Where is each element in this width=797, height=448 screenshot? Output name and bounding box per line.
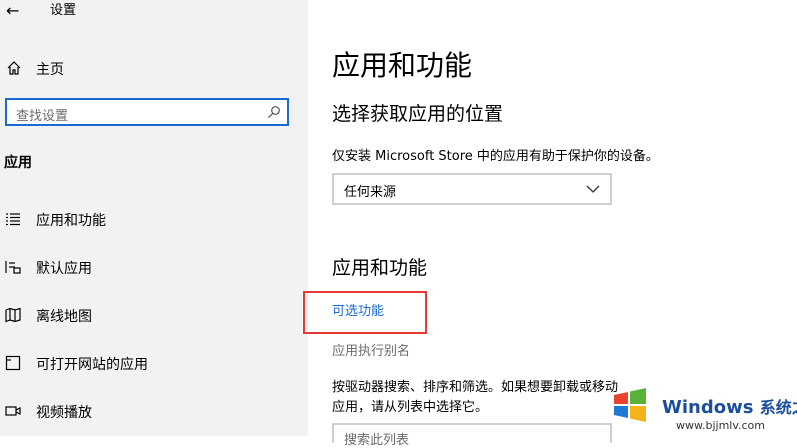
watermark-brand-en: Windows bbox=[662, 397, 754, 418]
filter-instructions: 按驱动器搜索、排序和筛选。如果想要卸载或移动应用，请从列表中选择它。 bbox=[332, 380, 619, 415]
sidebar-item-home[interactable]: 主页 bbox=[6, 58, 64, 78]
search-settings-input[interactable]: 查找设置 bbox=[5, 98, 289, 126]
sidebar-item-offline-maps[interactable]: 离线地图 bbox=[0, 300, 308, 330]
sidebar: ← 设置 主页 查找设置 应用 应用和功能 默认应用 离线地图 可打开网站的应用… bbox=[0, 0, 308, 436]
optional-features-link[interactable]: 可选功能 bbox=[332, 300, 384, 319]
sidebar-item-label: 应用和功能 bbox=[36, 213, 106, 229]
home-icon bbox=[7, 61, 21, 75]
map-icon bbox=[5, 307, 21, 323]
back-arrow-icon[interactable]: ← bbox=[6, 3, 19, 19]
watermark-url: www.bjjmlv.com bbox=[676, 419, 765, 432]
windows-logo-icon bbox=[614, 388, 646, 422]
sidebar-item-label: 离线地图 bbox=[36, 309, 92, 325]
sidebar-item-default-apps[interactable]: 默认应用 bbox=[0, 252, 308, 282]
apps-features-heading: 应用和功能 bbox=[332, 257, 428, 279]
page-title: 应用和功能 bbox=[332, 49, 473, 82]
app-list-search-input[interactable]: 搜索此列表 bbox=[332, 423, 612, 448]
default-apps-icon bbox=[5, 261, 21, 274]
window-title: 设置 bbox=[50, 3, 77, 18]
install-source-dropdown[interactable]: 任何来源 bbox=[332, 173, 612, 205]
watermark-brand-cn: 系统之家 bbox=[759, 398, 797, 417]
video-icon bbox=[5, 406, 21, 416]
sidebar-item-label: 可打开网站的应用 bbox=[36, 357, 148, 373]
sidebar-item-apps-features[interactable]: 应用和功能 bbox=[0, 204, 308, 234]
open-web-icon bbox=[5, 355, 21, 371]
search-placeholder: 搜索此列表 bbox=[344, 433, 410, 448]
sidebar-item-apps-for-websites[interactable]: 可打开网站的应用 bbox=[0, 348, 308, 378]
install-location-heading: 选择获取应用的位置 bbox=[332, 103, 504, 125]
watermark: Windows 系统之家 www.bjjmlv.com bbox=[610, 380, 797, 436]
search-placeholder: 查找设置 bbox=[16, 109, 69, 124]
dropdown-selected-value: 任何来源 bbox=[344, 185, 397, 200]
list-icon bbox=[6, 213, 20, 226]
chevron-down-icon bbox=[586, 185, 600, 193]
search-icon[interactable] bbox=[267, 105, 281, 119]
sidebar-item-video-playback[interactable]: 视频播放 bbox=[0, 396, 308, 426]
app-execution-alias-link[interactable]: 应用执行别名 bbox=[332, 340, 410, 359]
install-location-description: 仅安装 Microsoft Store 中的应用有助于保护你的设备。 bbox=[332, 149, 659, 164]
sidebar-item-label: 主页 bbox=[36, 62, 64, 78]
section-label: 应用 bbox=[4, 155, 32, 171]
sidebar-item-label: 默认应用 bbox=[36, 261, 92, 277]
sidebar-item-label: 视频播放 bbox=[36, 405, 92, 421]
watermark-brand: Windows 系统之家 bbox=[662, 394, 797, 418]
main-content: 应用和功能 选择获取应用的位置 仅安装 Microsoft Store 中的应用… bbox=[303, 0, 797, 448]
